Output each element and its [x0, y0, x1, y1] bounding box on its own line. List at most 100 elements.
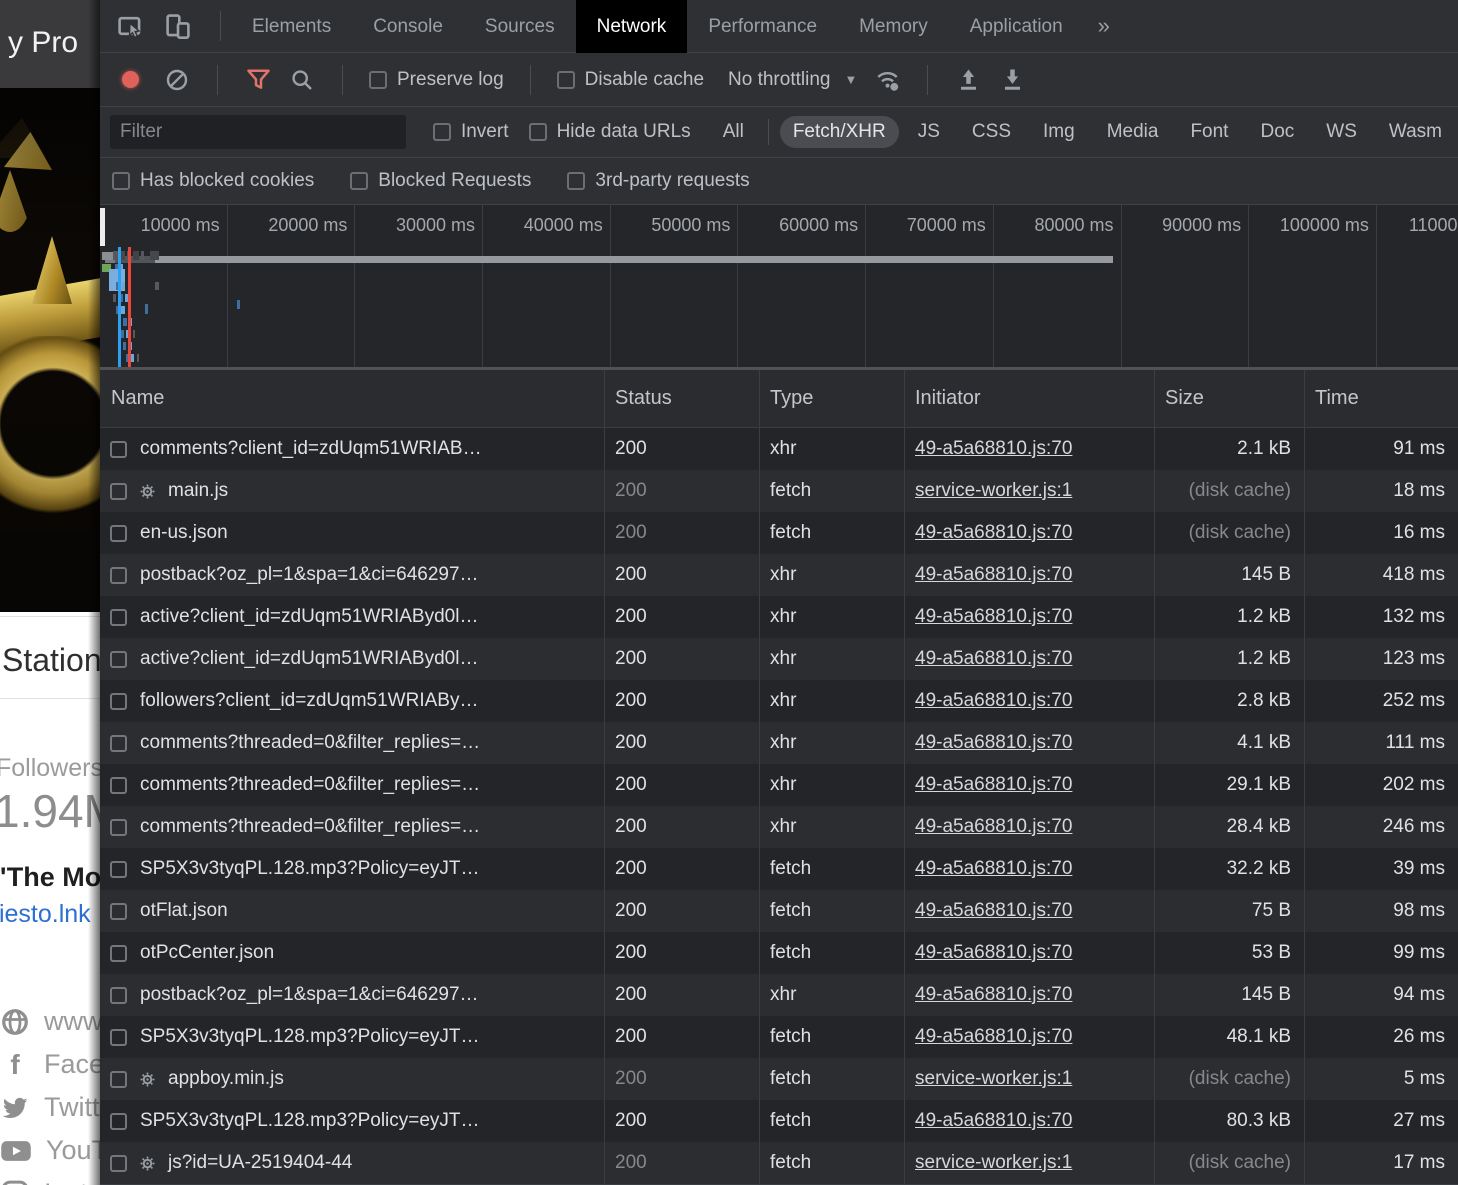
request-checkbox[interactable]: [110, 525, 127, 542]
initiator-link[interactable]: 49-a5a68810.js:70: [915, 564, 1072, 585]
tab-elements[interactable]: Elements: [231, 0, 352, 53]
filter-chip-media[interactable]: Media: [1094, 116, 1172, 148]
request-row[interactable]: en-us.json200fetch49-a5a68810.js:70(disk…: [100, 512, 1458, 554]
request-checkbox[interactable]: [110, 1155, 127, 1172]
initiator-link[interactable]: 49-a5a68810.js:70: [915, 774, 1072, 795]
social-link-instagram[interactable]: Instag: [0, 1172, 100, 1185]
initiator-link[interactable]: 49-a5a68810.js:70: [915, 816, 1072, 837]
column-header-name[interactable]: Name: [100, 387, 604, 410]
request-checkbox[interactable]: [110, 735, 127, 752]
preserve-log-checkbox[interactable]: [369, 71, 387, 89]
blocked-requests-checkbox[interactable]: [350, 172, 368, 190]
social-link-youtube[interactable]: YouTu: [0, 1129, 100, 1172]
request-row[interactable]: postback?oz_pl=1&spa=1&ci=646297…200xhr4…: [100, 554, 1458, 596]
device-toolbar-icon[interactable]: [164, 12, 192, 40]
throttling-select[interactable]: No throttling ▼: [728, 69, 857, 91]
initiator-link[interactable]: 49-a5a68810.js:70: [915, 900, 1072, 921]
filter-chip-wasm[interactable]: Wasm: [1376, 116, 1455, 148]
social-link-facebook[interactable]: fFaceb: [0, 1043, 100, 1086]
column-header-size[interactable]: Size: [1154, 387, 1304, 410]
request-row[interactable]: comments?threaded=0&filter_replies=…200x…: [100, 722, 1458, 764]
request-row[interactable]: SP5X3v3tyqPL.128.mp3?Policy=eyJT…200fetc…: [100, 848, 1458, 890]
filter-chip-doc[interactable]: Doc: [1247, 116, 1307, 148]
request-row[interactable]: js?id=UA-2519404-44200fetchservice-worke…: [100, 1142, 1458, 1184]
disable-cache-checkbox[interactable]: [557, 71, 575, 89]
request-row[interactable]: comments?threaded=0&filter_replies=…200x…: [100, 764, 1458, 806]
initiator-link[interactable]: 49-a5a68810.js:70: [915, 606, 1072, 627]
network-overview[interactable]: 10000 ms20000 ms30000 ms40000 ms50000 ms…: [100, 205, 1458, 370]
column-header-time[interactable]: Time: [1304, 387, 1458, 410]
third-party-requests-checkbox[interactable]: [567, 172, 585, 190]
filter-input[interactable]: [110, 115, 406, 149]
request-checkbox[interactable]: [110, 567, 127, 584]
initiator-link[interactable]: 49-a5a68810.js:70: [915, 732, 1072, 753]
initiator-link[interactable]: 49-a5a68810.js:70: [915, 1110, 1072, 1131]
track-link[interactable]: tiesto.lnk: [0, 900, 100, 929]
initiator-link[interactable]: 49-a5a68810.js:70: [915, 690, 1072, 711]
request-checkbox[interactable]: [110, 861, 127, 878]
more-tabs-icon[interactable]: »: [1084, 13, 1124, 39]
request-checkbox[interactable]: [110, 651, 127, 668]
column-header-initiator[interactable]: Initiator: [904, 387, 1154, 410]
search-icon[interactable]: [288, 66, 316, 94]
tab-performance[interactable]: Performance: [687, 0, 838, 53]
request-checkbox[interactable]: [110, 903, 127, 920]
filter-icon[interactable]: [244, 66, 272, 94]
hide-data-urls-checkbox[interactable]: [529, 123, 547, 141]
request-row[interactable]: comments?threaded=0&filter_replies=…200x…: [100, 806, 1458, 848]
request-checkbox[interactable]: [110, 777, 127, 794]
request-row[interactable]: main.js200fetchservice-worker.js:1(disk …: [100, 470, 1458, 512]
request-checkbox[interactable]: [110, 441, 127, 458]
tab-memory[interactable]: Memory: [838, 0, 949, 53]
initiator-link[interactable]: 49-a5a68810.js:70: [915, 648, 1072, 669]
request-row[interactable]: active?client_id=zdUqm51WRIAByd0l…200xhr…: [100, 596, 1458, 638]
tab-sources[interactable]: Sources: [464, 0, 576, 53]
request-checkbox[interactable]: [110, 1071, 127, 1088]
inspect-element-icon[interactable]: [116, 12, 144, 40]
request-checkbox[interactable]: [110, 987, 127, 1004]
filter-chip-img[interactable]: Img: [1030, 116, 1088, 148]
has-blocked-cookies-checkbox[interactable]: [112, 172, 130, 190]
request-row[interactable]: followers?client_id=zdUqm51WRIABy…200xhr…: [100, 680, 1458, 722]
request-checkbox[interactable]: [110, 483, 127, 500]
import-har-icon[interactable]: [954, 66, 982, 94]
initiator-link[interactable]: 49-a5a68810.js:70: [915, 522, 1072, 543]
request-checkbox[interactable]: [110, 819, 127, 836]
filter-chip-js[interactable]: JS: [905, 116, 953, 148]
request-row[interactable]: active?client_id=zdUqm51WRIAByd0l…200xhr…: [100, 638, 1458, 680]
initiator-link[interactable]: 49-a5a68810.js:70: [915, 438, 1072, 459]
initiator-link[interactable]: service-worker.js:1: [915, 480, 1072, 501]
invert-checkbox[interactable]: [433, 123, 451, 141]
record-button[interactable]: [122, 71, 139, 88]
social-link-globe[interactable]: www.t: [0, 1000, 100, 1043]
filter-chip-all[interactable]: All: [710, 116, 757, 148]
initiator-link[interactable]: service-worker.js:1: [915, 1068, 1072, 1089]
request-row[interactable]: comments?client_id=zdUqm51WRIAB…200xhr49…: [100, 428, 1458, 470]
request-checkbox[interactable]: [110, 1113, 127, 1130]
request-checkbox[interactable]: [110, 1029, 127, 1046]
request-row[interactable]: postback?oz_pl=1&spa=1&ci=646297…200xhr4…: [100, 974, 1458, 1016]
filter-chip-fetch-xhr[interactable]: Fetch/XHR: [780, 116, 899, 148]
initiator-link[interactable]: 49-a5a68810.js:70: [915, 942, 1072, 963]
initiator-link[interactable]: service-worker.js:1: [915, 1152, 1072, 1173]
request-checkbox[interactable]: [110, 693, 127, 710]
clear-icon[interactable]: [163, 66, 191, 94]
tab-console[interactable]: Console: [352, 0, 464, 53]
filter-chip-ws[interactable]: WS: [1313, 116, 1370, 148]
network-conditions-icon[interactable]: [873, 66, 901, 94]
request-row[interactable]: otFlat.json200fetch49-a5a68810.js:7075 B…: [100, 890, 1458, 932]
column-header-status[interactable]: Status: [604, 387, 759, 410]
request-checkbox[interactable]: [110, 609, 127, 626]
initiator-link[interactable]: 49-a5a68810.js:70: [915, 1026, 1072, 1047]
initiator-link[interactable]: 49-a5a68810.js:70: [915, 984, 1072, 1005]
filter-chip-css[interactable]: CSS: [959, 116, 1024, 148]
station-tab[interactable]: Station: [2, 642, 100, 679]
tab-application[interactable]: Application: [949, 0, 1084, 53]
request-row[interactable]: appboy.min.js200fetchservice-worker.js:1…: [100, 1058, 1458, 1100]
filter-chip-font[interactable]: Font: [1177, 116, 1241, 148]
social-link-twitter[interactable]: Twitte: [0, 1086, 100, 1129]
request-row[interactable]: SP5X3v3tyqPL.128.mp3?Policy=eyJT…200fetc…: [100, 1100, 1458, 1142]
request-checkbox[interactable]: [110, 945, 127, 962]
request-row[interactable]: otPcCenter.json200fetch49-a5a68810.js:70…: [100, 932, 1458, 974]
export-har-icon[interactable]: [998, 66, 1026, 94]
